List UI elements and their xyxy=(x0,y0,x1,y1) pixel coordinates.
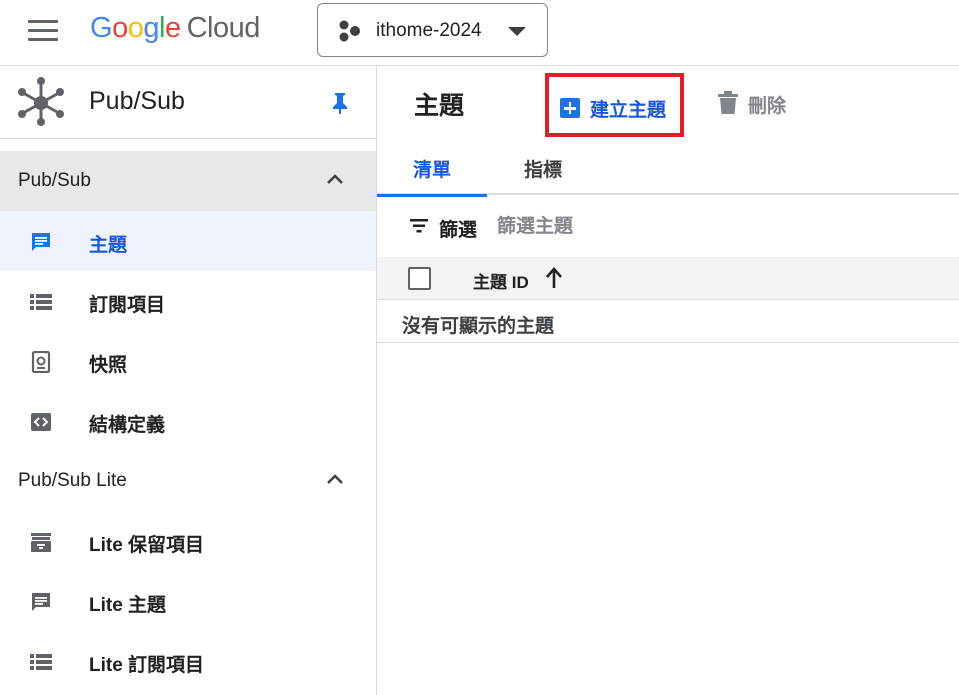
sidebar-item-label: Lite 主題 xyxy=(89,595,167,616)
code-icon xyxy=(31,413,51,431)
sidebar-item-subscriptions[interactable]: 訂閱項目 xyxy=(0,271,376,331)
list-icon xyxy=(30,654,52,670)
filter-label: 篩選 xyxy=(439,220,478,241)
top-app-bar: Google Cloud ithome-2024 xyxy=(0,0,959,66)
table-empty-row: 沒有可顯示的主題 xyxy=(377,300,959,343)
filter-topics-input[interactable] xyxy=(497,213,917,241)
trash-icon xyxy=(718,91,738,114)
product-title: Pub/Sub xyxy=(89,87,185,115)
sidebar-item-label: 主題 xyxy=(89,235,128,256)
message-icon xyxy=(32,233,50,251)
google-cloud-logo[interactable]: Google Cloud xyxy=(90,12,260,45)
pubsub-icon xyxy=(18,77,64,126)
message-icon xyxy=(32,593,50,611)
main-menu-icon[interactable] xyxy=(28,20,58,42)
reservation-icon xyxy=(31,533,51,552)
left-nav: Pub/Sub Pub/Sub 主題 訂閱項目 快照 結構定義 Pub/Sub … xyxy=(0,66,377,695)
sidebar-item-label: Lite 訂閱項目 xyxy=(89,655,205,676)
project-name: ithome-2024 xyxy=(376,20,482,41)
create-topic-button[interactable]: 建立主題 xyxy=(545,73,684,137)
chevron-up-icon xyxy=(327,474,343,484)
table-header: 主題 ID xyxy=(377,257,959,300)
column-header-topic-id[interactable]: 主題 ID xyxy=(473,268,529,293)
tab-metrics[interactable]: 指標 xyxy=(488,139,598,195)
tab-bar: 清單 指標 xyxy=(377,139,959,197)
sidebar-item-label: 結構定義 xyxy=(89,415,166,436)
page-title: 主題 xyxy=(414,92,465,120)
chevron-down-icon xyxy=(508,27,526,36)
arrow-up-icon[interactable] xyxy=(544,266,564,290)
filter-icon xyxy=(410,219,428,233)
project-picker-button[interactable]: ithome-2024 xyxy=(317,3,548,57)
section-pubsub[interactable]: Pub/Sub xyxy=(0,151,376,211)
snapshot-icon xyxy=(31,351,51,373)
sidebar-item-label: 快照 xyxy=(89,355,128,376)
section-pubsub-lite[interactable]: Pub/Sub Lite xyxy=(0,451,376,511)
select-all-checkbox[interactable] xyxy=(408,267,431,290)
empty-state-text: 沒有可顯示的主題 xyxy=(402,316,555,337)
sidebar-item-topics[interactable]: 主題 xyxy=(0,211,376,271)
project-hexagon-icon xyxy=(339,20,360,42)
sidebar-item-lite-subscriptions[interactable]: Lite 訂閱項目 xyxy=(0,631,376,691)
pin-icon[interactable] xyxy=(331,92,349,114)
sidebar-item-lite-topics[interactable]: Lite 主題 xyxy=(0,571,376,631)
sidebar-item-label: Lite 保留項目 xyxy=(89,535,205,556)
add-box-icon xyxy=(560,98,580,118)
chevron-up-icon xyxy=(327,174,343,184)
main-content: 主題 建立主題 刪除 清單 指標 篩選 主題 ID xyxy=(377,66,959,695)
sidebar-item-label: 訂閱項目 xyxy=(89,295,166,316)
sidebar-item-snapshots[interactable]: 快照 xyxy=(0,331,376,391)
sidebar-item-schemas[interactable]: 結構定義 xyxy=(0,391,376,451)
product-header: Pub/Sub xyxy=(0,66,376,139)
list-icon xyxy=(30,294,52,310)
delete-button[interactable]: 刪除 xyxy=(717,90,797,117)
filter-bar: 篩選 xyxy=(377,197,959,257)
sidebar-item-lite-reservations[interactable]: Lite 保留項目 xyxy=(0,511,376,571)
tab-list[interactable]: 清單 xyxy=(377,139,487,197)
